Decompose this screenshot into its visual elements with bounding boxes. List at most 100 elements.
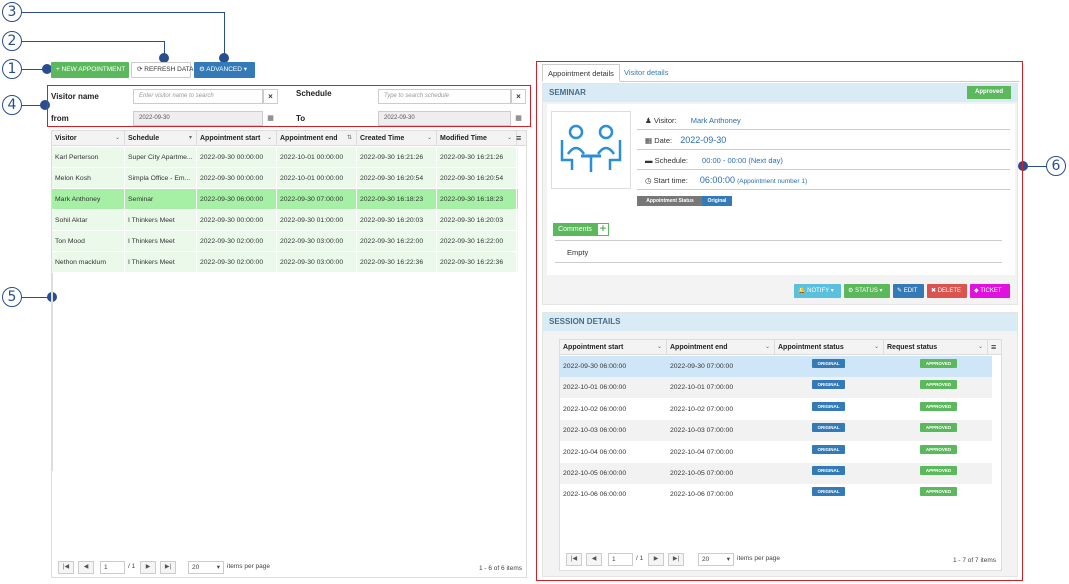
table-cell: 2022-09-30 00:00:00	[197, 147, 277, 168]
session-last-page-button[interactable]: ▶|	[668, 553, 684, 566]
col-created-time-menu-icon[interactable]: ⌄	[427, 131, 432, 146]
edit-button[interactable]: ✎ EDIT	[893, 284, 924, 298]
grid-column-menu-icon[interactable]: ≡	[514, 131, 526, 146]
col-visitor-menu-icon[interactable]: ⌄	[115, 131, 120, 146]
table-row[interactable]: Karl Perterson Super City Apartme... 2022-…	[52, 147, 518, 168]
col-session-appointment-status-menu-icon[interactable]: ⌄	[874, 340, 879, 355]
comments-divider-top	[555, 240, 1002, 241]
new-appointment-button[interactable]: + NEW APPOINTMENT	[51, 62, 129, 78]
col-appointment-end[interactable]: Appointment end ⇅	[277, 131, 357, 146]
items-per-page-value: 20	[192, 564, 200, 571]
session-row[interactable]: 2022-09-30 06:00:00 2022-09-30 07:00:00 OR…	[560, 356, 992, 377]
schedule-search-input[interactable]: Type to search schedule	[378, 89, 511, 104]
schedule-clear-button[interactable]: ×	[511, 89, 526, 104]
schedule-icon: ▬	[645, 156, 653, 165]
col-modified-time-menu-icon[interactable]: ⌄	[507, 131, 512, 146]
status-button[interactable]: ⚙ STATUS ▾	[844, 284, 890, 298]
table-cell: Sohil Aktar	[52, 210, 125, 231]
session-items-per-page-value: 20	[702, 556, 710, 563]
appointment-status-badge: ORIGINAL	[812, 444, 845, 454]
notify-button[interactable]: 🔔 NOTIFY ▾	[794, 284, 841, 298]
visitor-value[interactable]: Mark Anthoney	[679, 116, 741, 125]
col-appointment-end-sort-icon[interactable]: ⇅	[347, 131, 352, 146]
col-visitor[interactable]: Visitor ⌄	[52, 131, 125, 146]
visitor-name-input[interactable]: Enter visitor name to search	[133, 89, 263, 104]
session-start-cell: 2022-10-03 06:00:00	[563, 427, 627, 435]
start-time-value: 06:00:00	[699, 175, 735, 185]
session-items-per-page-select[interactable]: 20 ▾	[698, 553, 734, 566]
session-column-menu-icon[interactable]: ≡	[988, 340, 1001, 355]
callout-3-line-v	[224, 12, 225, 57]
table-cell: 2022-10-01 00:00:00	[277, 147, 357, 168]
page-number-input[interactable]: 1	[100, 561, 125, 574]
col-session-end-menu-icon[interactable]: ⌄	[765, 340, 770, 355]
from-label: from	[51, 114, 69, 123]
meeting-icon	[560, 124, 622, 172]
session-first-page-button[interactable]: |◀	[566, 553, 582, 566]
tab-appointment-details[interactable]: Appointment details	[542, 64, 620, 82]
visitor-clear-button[interactable]: ×	[263, 89, 278, 104]
table-cell: 2022-09-30 16:20:03	[357, 210, 437, 231]
table-row[interactable]: Melon Kosh Simpla Office - Em... 2022-09-3…	[52, 168, 518, 189]
schedule-value: 00:00 - 00:00 (Next day)	[702, 156, 783, 165]
items-per-page-select[interactable]: 20 ▾	[188, 561, 224, 574]
table-cell: 2022-09-30 16:22:00	[357, 231, 437, 252]
table-row[interactable]: Mark Anthoney Seminar 2022-09-30 06:00:00 2…	[52, 189, 518, 210]
advanced-button[interactable]: ⚙ ADVANCED ▾	[194, 62, 255, 78]
status-badge: Approved	[967, 86, 1011, 99]
from-calendar-icon[interactable]: ▦	[263, 111, 278, 126]
session-end-cell: 2022-09-30 07:00:00	[670, 363, 734, 370]
session-next-page-button[interactable]: ▶	[648, 553, 664, 566]
add-comment-button[interactable]: +	[597, 223, 609, 236]
session-end-cell: 2022-10-06 07:00:00	[670, 491, 734, 499]
first-page-button[interactable]: |◀	[58, 561, 74, 574]
col-session-start-menu-icon[interactable]: ⌄	[657, 340, 662, 355]
col-appointment-start[interactable]: Appointment start ⌄	[197, 131, 277, 146]
table-cell: 2022-09-30 02:00:00	[197, 252, 277, 273]
tab-visitor-details[interactable]: Visitor details	[619, 64, 673, 82]
table-cell: Seminar	[125, 189, 197, 210]
prev-page-button[interactable]: ◀	[78, 561, 94, 574]
table-row[interactable]: Sohil Aktar I Thinkers Meet 2022-09-30 00:…	[52, 210, 518, 231]
session-page-number-input[interactable]: 1	[608, 553, 633, 566]
table-cell: Simpla Office - Em...	[125, 168, 197, 189]
session-row[interactable]: 2022-10-02 06:00:00 2022-10-02 07:00:00 OR…	[560, 399, 992, 420]
action-buttons: 🔔 NOTIFY ▾ ⚙ STATUS ▾ ✎ EDIT ✖ DELETE ◆ …	[794, 284, 1012, 298]
bell-icon: 🔔	[798, 288, 806, 294]
table-cell: 2022-09-30 07:00:00	[277, 189, 357, 210]
last-page-button[interactable]: ▶|	[160, 561, 176, 574]
session-end-cell: 2022-10-05 07:00:00	[670, 470, 734, 477]
col-session-start[interactable]: Appointment start ⌄	[560, 340, 667, 355]
session-row[interactable]: 2022-10-03 06:00:00 2022-10-03 07:00:00 OR…	[560, 420, 992, 442]
session-row[interactable]: 2022-10-05 06:00:00 2022-10-05 07:00:00 OR…	[560, 463, 992, 484]
col-session-appointment-status[interactable]: Appointment status ⌄	[775, 340, 884, 355]
col-modified-time[interactable]: Modified Time ⌄	[437, 131, 517, 146]
col-created-time[interactable]: Created Time ⌄	[357, 131, 437, 146]
col-session-request-status-menu-icon[interactable]: ⌄	[978, 340, 983, 355]
delete-button[interactable]: ✖ DELETE	[927, 284, 967, 298]
table-cell: I Thinkers Meet	[125, 210, 197, 231]
appointment-status-badge: ORIGINAL	[812, 466, 845, 475]
next-page-button[interactable]: ▶	[140, 561, 156, 574]
to-calendar-icon[interactable]: ▦	[511, 111, 526, 126]
table-cell: Nethon macklum	[52, 252, 125, 273]
table-cell: 2022-09-30 16:18:23	[437, 189, 517, 210]
to-date-input[interactable]: 2022-09-30	[378, 111, 511, 126]
col-schedule[interactable]: Schedule ▾	[125, 131, 197, 146]
refresh-data-button[interactable]: ⟳ REFRESH DATA	[131, 62, 194, 78]
col-appointment-start-menu-icon[interactable]: ⌄	[267, 131, 272, 146]
table-row[interactable]: Ton Mood I Thinkers Meet 2022-09-30 02:00:…	[52, 231, 518, 252]
col-schedule-sort-icon[interactable]: ▾	[189, 131, 192, 146]
ticket-button[interactable]: ◆ TICKET	[970, 284, 1010, 298]
chevron-down-icon: ▾	[726, 556, 730, 563]
col-session-request-status[interactable]: Request status ⌄	[884, 340, 988, 355]
table-cell: 2022-09-30 16:22:36	[357, 252, 437, 273]
session-prev-page-button[interactable]: ◀	[586, 553, 602, 566]
session-end-cell: 2022-10-02 07:00:00	[670, 405, 734, 413]
from-date-input[interactable]: 2022-09-30	[133, 111, 263, 126]
table-row[interactable]: Nethon macklum I Thinkers Meet 2022-09-30 …	[52, 252, 518, 273]
col-session-end[interactable]: Appointment end ⌄	[667, 340, 775, 355]
session-row[interactable]: 2022-10-06 06:00:00 2022-10-06 07:00:00 OR…	[560, 484, 992, 505]
session-row[interactable]: 2022-10-04 06:00:00 2022-10-04 07:00:00 OR…	[560, 442, 992, 463]
session-row[interactable]: 2022-10-01 06:00:00 2022-10-01 07:00:00 OR…	[560, 377, 992, 399]
